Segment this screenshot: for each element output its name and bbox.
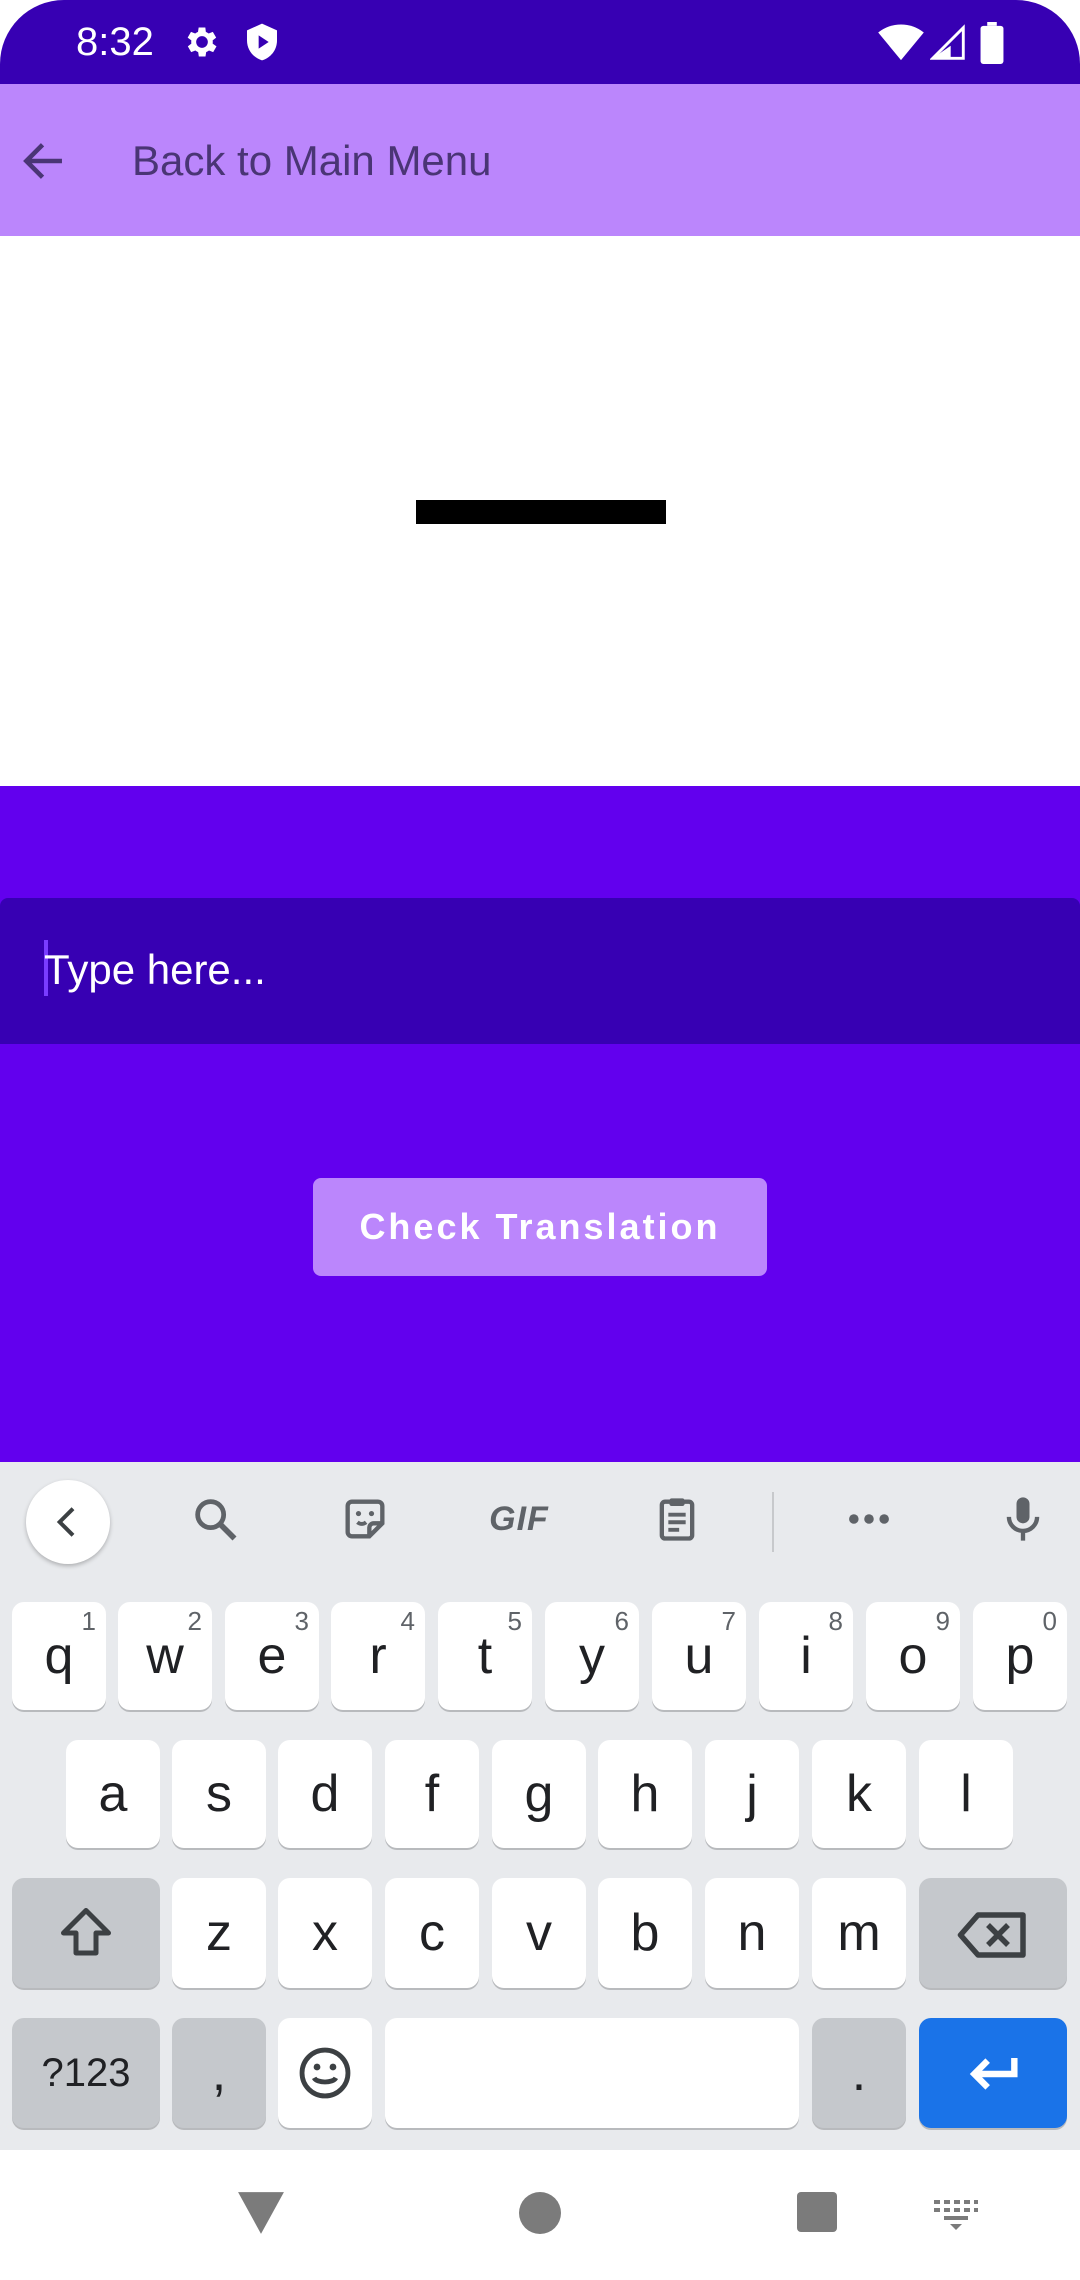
key-f[interactable]: f <box>385 1740 479 1848</box>
recents-square-icon[interactable] <box>797 2192 837 2232</box>
key-t[interactable]: t5 <box>438 1602 532 1710</box>
sticker-icon <box>345 1499 385 1539</box>
check-translation-button[interactable]: Check Translation <box>313 1178 767 1276</box>
key-h[interactable]: h <box>598 1740 692 1848</box>
emoji-key[interactable] <box>278 2018 372 2128</box>
key-d[interactable]: d <box>278 1740 372 1848</box>
symbols-key[interactable]: ?123 <box>12 2018 160 2128</box>
word-display-area <box>0 236 1080 786</box>
key-m[interactable]: m <box>812 1878 906 1988</box>
keyboard-sticker-button[interactable] <box>332 1486 398 1552</box>
search-icon <box>195 1499 237 1541</box>
key-j[interactable]: j <box>705 1740 799 1848</box>
input-placeholder: Type here... <box>44 946 266 993</box>
key-w[interactable]: w2 <box>118 1602 212 1710</box>
gear-icon <box>187 27 217 57</box>
key-c[interactable]: c <box>385 1878 479 1988</box>
key-q[interactable]: q1 <box>12 1602 106 1710</box>
key-v[interactable]: v <box>492 1878 586 1988</box>
key-k[interactable]: k <box>812 1740 906 1848</box>
status-time: 8:32 <box>76 20 154 64</box>
battery-icon <box>980 22 1004 64</box>
shift-key[interactable] <box>12 1878 160 1988</box>
key-b[interactable]: b <box>598 1878 692 1988</box>
soft-keyboard: GIF q1 w2 e3 r4 t5 y6 u7 i8 o9 p0 a s d … <box>0 1462 1080 2150</box>
wifi-icon <box>878 24 924 61</box>
translation-input[interactable]: Type here... <box>0 898 1080 1044</box>
clipboard-icon <box>659 1498 695 1541</box>
status-bar: 8:32 <box>0 0 1080 84</box>
comma-key[interactable]: , <box>172 2018 266 2128</box>
backspace-icon <box>957 1912 1026 1958</box>
backspace-key[interactable] <box>919 1878 1067 1988</box>
key-a[interactable]: a <box>66 1740 160 1848</box>
emoji-icon <box>299 2047 351 2099</box>
keyboard-clipboard-button[interactable] <box>644 1486 710 1552</box>
key-l[interactable]: l <box>919 1740 1013 1848</box>
key-o[interactable]: o9 <box>866 1602 960 1710</box>
key-y[interactable]: y6 <box>545 1602 639 1710</box>
period-key[interactable]: . <box>812 2018 906 2128</box>
key-s[interactable]: s <box>172 1740 266 1848</box>
key-p[interactable]: p0 <box>973 1602 1067 1710</box>
arrow-left-icon[interactable] <box>18 136 68 186</box>
signal-icon <box>930 24 965 60</box>
key-r[interactable]: r4 <box>331 1602 425 1710</box>
translation-panel: Type here... Check Translation <box>0 786 1080 1462</box>
enter-key[interactable] <box>919 2018 1067 2128</box>
word-placeholder-bar <box>416 500 666 524</box>
back-triangle-icon[interactable] <box>236 2190 286 2236</box>
toolbar-divider <box>772 1492 774 1552</box>
space-key[interactable] <box>385 2018 799 2128</box>
navigation-bar <box>0 2150 1080 2280</box>
app-bar: Back to Main Menu <box>0 84 1080 236</box>
key-n[interactable]: n <box>705 1878 799 1988</box>
chevron-left-icon <box>56 1507 75 1537</box>
key-z[interactable]: z <box>172 1878 266 1988</box>
shield-icon <box>247 23 277 61</box>
keyboard-switch-icon[interactable] <box>932 2198 980 2230</box>
mic-icon <box>1006 1497 1040 1541</box>
shift-icon <box>61 1908 111 1956</box>
key-i[interactable]: i8 <box>759 1602 853 1710</box>
key-x[interactable]: x <box>278 1878 372 1988</box>
keyboard-mic-button[interactable] <box>990 1486 1056 1552</box>
enter-arrow-icon <box>969 2058 1018 2090</box>
key-g[interactable]: g <box>492 1740 586 1848</box>
key-u[interactable]: u7 <box>652 1602 746 1710</box>
gif-label: GIF <box>489 1499 549 1538</box>
key-e[interactable]: e3 <box>225 1602 319 1710</box>
keyboard-gif-button[interactable]: GIF <box>476 1486 562 1552</box>
back-to-main-menu-label[interactable]: Back to Main Menu <box>132 134 492 188</box>
keyboard-search-button[interactable] <box>182 1486 248 1552</box>
more-icon <box>849 1514 889 1524</box>
keyboard-toolbar: GIF <box>0 1462 1080 1578</box>
keyboard-more-button[interactable] <box>836 1486 902 1552</box>
keyboard-collapse-button[interactable] <box>26 1480 110 1564</box>
home-circle-icon[interactable] <box>519 2192 561 2234</box>
